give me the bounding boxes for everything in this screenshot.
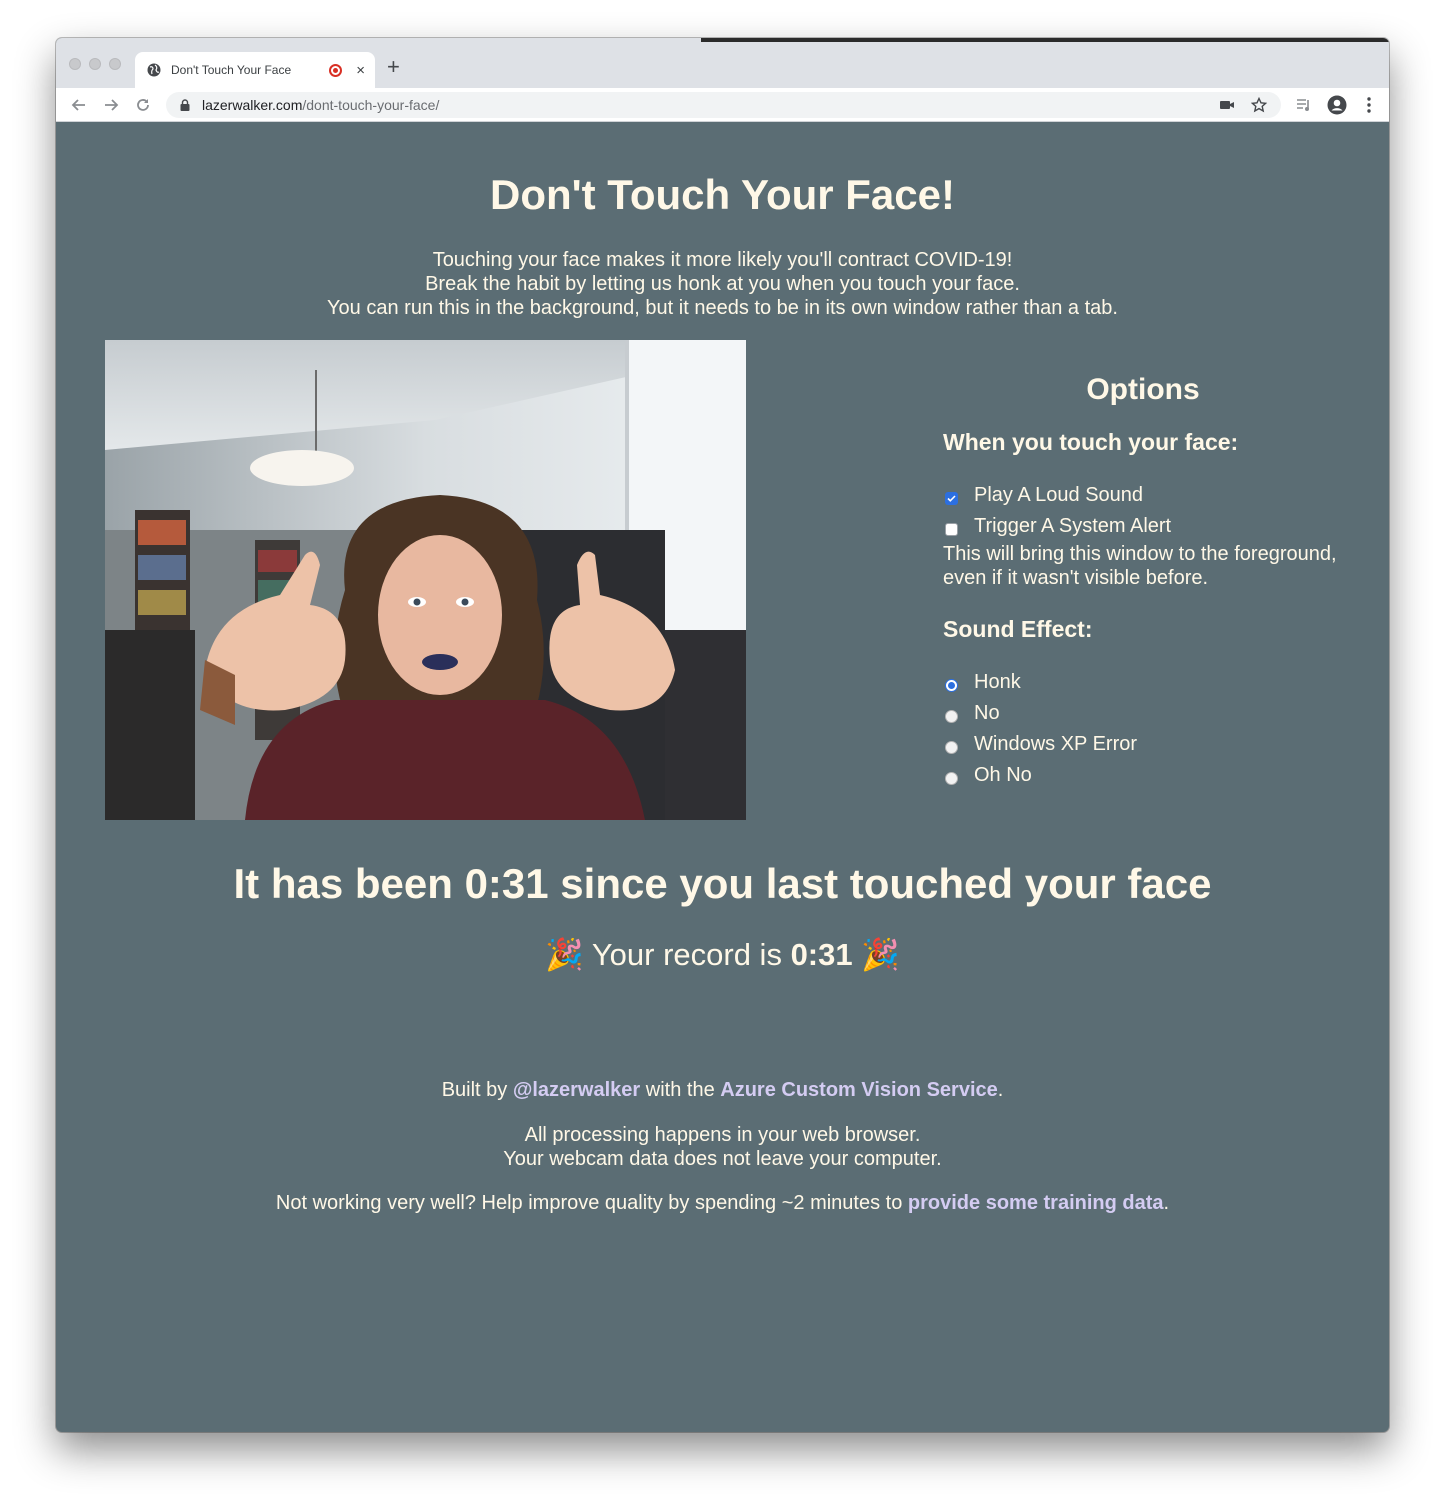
sound-option-windows-xp-error[interactable]: Windows XP Error: [943, 729, 1363, 760]
browser-toolbar: lazerwalker.com/dont-touch-your-face/: [56, 88, 1389, 122]
party-popper-icon: 🎉: [545, 937, 584, 972]
tab-close-icon[interactable]: ×: [356, 63, 365, 78]
since-time: 0:31: [464, 860, 549, 907]
training-line: Not working very well? Help improve qual…: [56, 1191, 1389, 1215]
sound-option-label: Honk: [974, 671, 1021, 693]
sound-option-honk[interactable]: Honk: [943, 667, 1363, 698]
media-queue-icon: [1297, 99, 1309, 111]
camera-in-use-icon[interactable]: [1220, 99, 1235, 111]
menu-button[interactable]: [1360, 95, 1378, 115]
sound-option-label: Windows XP Error: [974, 733, 1138, 755]
play-sound-checkbox[interactable]: [945, 491, 958, 505]
new-tab-button[interactable]: +: [387, 56, 400, 78]
privacy-note: All processing happens in your web brows…: [56, 1123, 1389, 1171]
record-time: 0:31: [790, 937, 853, 972]
sound-option-oh-no[interactable]: Oh No: [943, 760, 1363, 791]
back-button[interactable]: [69, 95, 89, 115]
minimize-window-button[interactable]: [89, 58, 101, 70]
bookmark-star-icon[interactable]: [1251, 97, 1267, 113]
arrow-right-icon: [105, 99, 119, 111]
webcam-video-image: [105, 340, 746, 820]
system-alert-label: Trigger A System Alert: [974, 515, 1172, 537]
globe-icon: [147, 63, 161, 77]
since-suffix: since you last touched your face: [548, 860, 1212, 907]
url-path: /dont-touch-your-face/: [302, 97, 440, 113]
tab-active[interactable]: Don't Touch Your Face ×: [135, 52, 375, 88]
intro-text: Touching your face makes it more likely …: [56, 248, 1389, 320]
intro-line: You can run this in the background, but …: [327, 297, 1118, 319]
system-alert-option[interactable]: Trigger A System Alert: [943, 511, 1363, 542]
privacy-line: All processing happens in your web brows…: [524, 1124, 921, 1146]
time-since-touch: It has been 0:31 since you last touched …: [56, 860, 1389, 908]
touch-actions-heading: When you touch your face:: [943, 429, 1239, 455]
reload-button[interactable]: [133, 95, 153, 115]
built-by-text: Built by: [441, 1079, 513, 1101]
more-vertical-icon: [1367, 97, 1371, 113]
sound-option-label: Oh No: [974, 764, 1032, 786]
account-avatar-icon: [1327, 95, 1347, 115]
credits-period: .: [997, 1079, 1004, 1101]
page-title: Don't Touch Your Face!: [490, 171, 955, 218]
since-prefix: It has been: [233, 860, 465, 907]
training-data-link[interactable]: provide some training data: [908, 1192, 1164, 1214]
lock-icon: [180, 99, 190, 111]
author-link[interactable]: @lazerwalker: [513, 1079, 640, 1101]
arrow-left-icon: [71, 99, 85, 111]
play-sound-option[interactable]: Play A Loud Sound: [943, 480, 1363, 511]
reload-icon: [137, 99, 149, 111]
honk-radio[interactable]: [945, 678, 958, 692]
credits-line: Built by @lazerwalker with the Azure Cus…: [56, 1078, 1389, 1102]
sound-effect-heading: Sound Effect:: [943, 616, 1093, 642]
training-suffix: .: [1163, 1192, 1170, 1214]
intro-line: Touching your face makes it more likely …: [432, 249, 1013, 271]
options-title: Options: [1086, 373, 1200, 406]
record-line: 🎉 Your record is 0:31 🎉: [56, 936, 1389, 973]
loading-bar: [701, 38, 1389, 42]
play-sound-label: Play A Loud Sound: [974, 484, 1144, 506]
with-the-text: with the: [640, 1079, 721, 1101]
window-controls: [69, 58, 121, 70]
url-host: lazerwalker.com: [202, 97, 303, 113]
media-button[interactable]: [1294, 95, 1314, 115]
forward-button[interactable]: [101, 95, 121, 115]
system-alert-checkbox[interactable]: [945, 522, 958, 536]
intro-line: Break the habit by letting us honk at yo…: [425, 273, 1020, 295]
checkmark-icon: [947, 494, 956, 502]
training-prefix: Not working very well? Help improve qual…: [275, 1192, 908, 1214]
tab-title: Don't Touch Your Face: [171, 63, 292, 77]
address-bar[interactable]: lazerwalker.com/dont-touch-your-face/: [166, 92, 1281, 118]
custom-vision-link[interactable]: Azure Custom Vision Service: [720, 1079, 998, 1101]
system-alert-note: This will bring this window to the foreg…: [943, 543, 1337, 589]
browser-window: Don't Touch Your Face × + lazerwalker.co…: [56, 38, 1389, 1432]
record-prefix: Your record is: [591, 937, 791, 972]
page-content: Don't Touch Your Face! Touching your fac…: [56, 123, 1389, 1432]
profile-button[interactable]: [1326, 95, 1348, 115]
options-panel: Options When you touch your face: Play A…: [943, 373, 1363, 791]
webcam-feed: [105, 340, 746, 820]
privacy-line: Your webcam data does not leave your com…: [503, 1148, 942, 1170]
party-popper-icon: 🎉: [861, 937, 900, 972]
windows-xp-error-radio[interactable]: [945, 740, 958, 754]
close-window-button[interactable]: [69, 58, 81, 70]
tab-strip: Don't Touch Your Face × +: [56, 38, 1389, 88]
recording-indicator-icon: [329, 63, 343, 77]
oh-no-radio[interactable]: [945, 771, 958, 785]
no-radio[interactable]: [945, 709, 958, 723]
sound-option-no[interactable]: No: [943, 698, 1363, 729]
sound-option-label: No: [974, 702, 1000, 724]
zoom-window-button[interactable]: [109, 58, 121, 70]
